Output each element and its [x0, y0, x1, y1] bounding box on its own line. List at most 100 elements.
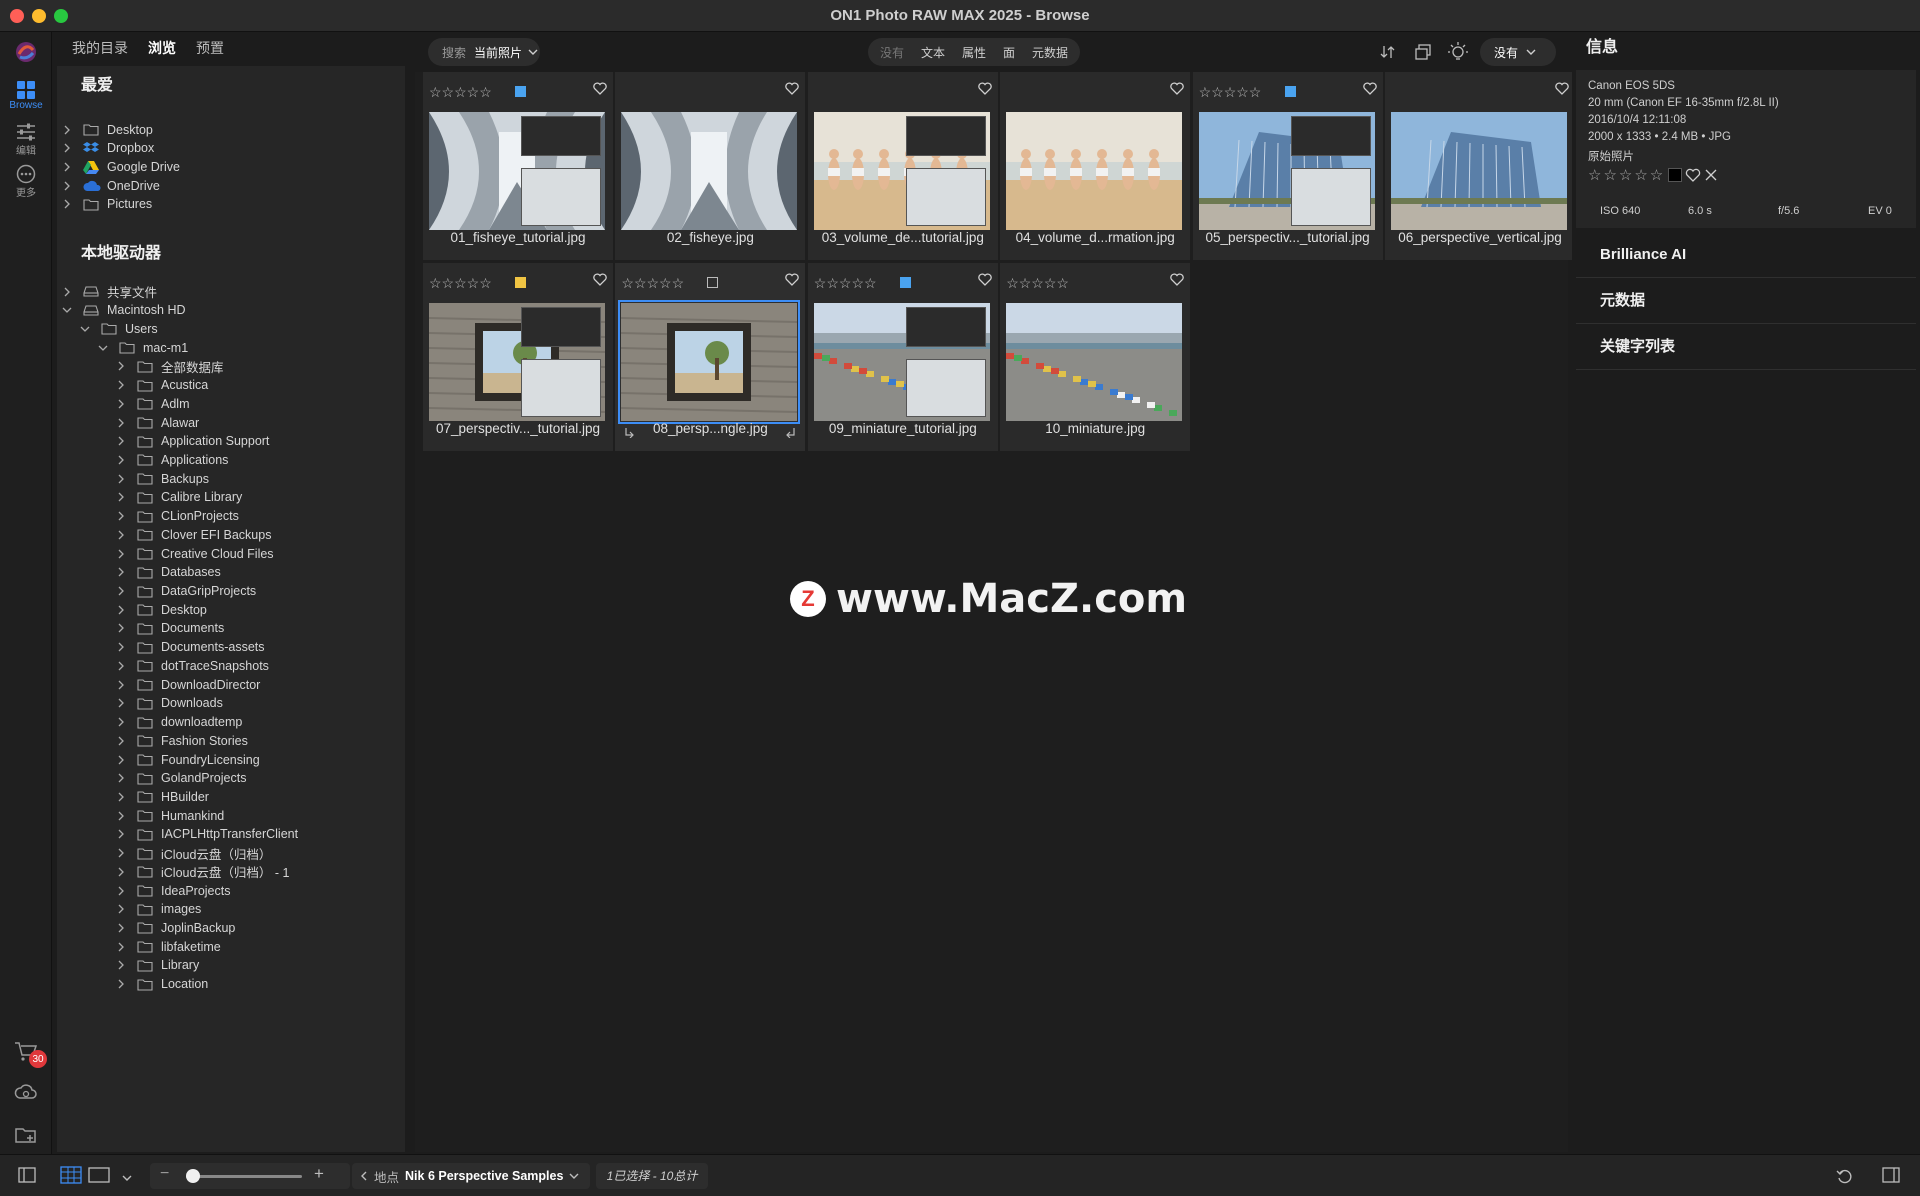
chevron-right-icon[interactable] [115, 622, 127, 634]
heart-icon[interactable] [1685, 168, 1701, 182]
heart-icon[interactable] [978, 273, 992, 291]
chevron-right-icon[interactable] [115, 566, 127, 578]
photo-cell[interactable]: 02_fisheye.jpg [615, 72, 806, 260]
filter-none[interactable]: 没有 [880, 44, 904, 61]
heart-icon[interactable] [1555, 82, 1569, 100]
chevron-down-icon[interactable] [79, 323, 91, 335]
color-label[interactable] [1284, 86, 1296, 97]
photo-cell[interactable]: ☆☆☆☆☆ 09_miniature_tutorial.jpg [807, 263, 998, 451]
chevron-right-icon[interactable] [115, 772, 127, 784]
toggle-right-panel-button[interactable] [1882, 1167, 1900, 1186]
chevron-right-icon[interactable] [115, 885, 127, 897]
chevron-right-icon[interactable] [115, 417, 127, 429]
location-breadcrumb[interactable]: 地点 Nik 6 Perspective Samples [352, 1163, 590, 1189]
chevron-right-icon[interactable] [115, 660, 127, 672]
chevron-right-icon[interactable] [61, 286, 73, 298]
photo-thumbnail[interactable] [621, 112, 798, 230]
browse-module-button[interactable]: Browse [0, 80, 52, 111]
chevron-right-icon[interactable] [115, 847, 127, 859]
photo-thumbnail[interactable] [813, 112, 990, 230]
photo-thumbnail[interactable] [813, 303, 990, 421]
filter-faces[interactable]: 面 [1003, 44, 1015, 61]
detail-view-button[interactable] [88, 1166, 110, 1187]
reject-icon[interactable] [1704, 168, 1718, 182]
chevron-right-icon[interactable] [115, 454, 127, 466]
chevron-right-icon[interactable] [115, 604, 127, 616]
keyword-list-section[interactable]: 关键字列表 [1576, 324, 1916, 370]
compare-button[interactable] [1414, 43, 1432, 66]
star-rating[interactable]: ☆☆☆☆☆ [814, 275, 877, 292]
tab-presets[interactable]: 预置 [196, 38, 224, 58]
edit-module-button[interactable]: 编辑 [0, 122, 52, 157]
search-scope-dropdown[interactable]: 搜索 当前照片 [428, 38, 540, 66]
heart-icon[interactable] [593, 82, 607, 100]
chevron-right-icon[interactable] [61, 142, 73, 154]
rotate-right-icon[interactable] [785, 425, 797, 443]
photo-thumbnail[interactable] [1006, 303, 1183, 421]
favorite-item[interactable]: Pictures [57, 193, 152, 216]
photo-cell[interactable]: ☆☆☆☆☆ 10_miniature.jpg [1000, 263, 1191, 451]
heart-icon[interactable] [785, 273, 800, 291]
chevron-right-icon[interactable] [115, 548, 127, 560]
undo-button[interactable] [1836, 1167, 1854, 1188]
maximize-window-button[interactable] [54, 9, 68, 23]
cart-button[interactable]: 30 [0, 1040, 52, 1068]
tab-catalog[interactable]: 我的目录 [72, 38, 128, 58]
filter-metadata[interactable]: 元数据 [1032, 44, 1068, 61]
brilliance-ai-section[interactable]: Brilliance AI [1576, 232, 1916, 278]
chevron-right-icon[interactable] [115, 510, 127, 522]
photo-thumbnail[interactable] [1198, 112, 1375, 230]
chevron-right-icon[interactable] [115, 491, 127, 503]
chevron-right-icon[interactable] [115, 791, 127, 803]
tree-item-folder[interactable]: Location [115, 973, 208, 996]
color-label[interactable] [515, 86, 526, 97]
photo-cell[interactable]: 04_volume_d...rmation.jpg [1000, 72, 1191, 260]
color-label[interactable] [707, 277, 719, 288]
chevron-right-icon[interactable] [61, 180, 73, 192]
chevron-right-icon[interactable] [115, 529, 127, 541]
chevron-right-icon[interactable] [115, 810, 127, 822]
chevron-right-icon[interactable] [115, 959, 127, 971]
cloud-sync-button[interactable] [0, 1082, 52, 1104]
close-window-button[interactable] [10, 9, 24, 23]
info-tab[interactable]: 信息 [1572, 32, 1920, 64]
chevron-right-icon[interactable] [115, 922, 127, 934]
heart-icon[interactable] [1362, 82, 1377, 100]
photo-thumbnail[interactable] [429, 303, 605, 421]
heart-icon[interactable] [978, 82, 992, 100]
chevron-down-icon[interactable] [97, 342, 109, 354]
heart-icon[interactable] [1170, 273, 1184, 291]
chevron-right-icon[interactable] [115, 379, 127, 391]
filter-text[interactable]: 文本 [921, 44, 945, 61]
chevron-right-icon[interactable] [115, 473, 127, 485]
photo-thumbnail[interactable] [1006, 112, 1183, 230]
chevron-right-icon[interactable] [115, 679, 127, 691]
photo-cell[interactable]: 06_perspective_vertical.jpg [1385, 72, 1575, 260]
chevron-down-icon[interactable] [61, 304, 73, 316]
chevron-right-icon[interactable] [115, 941, 127, 953]
chevron-right-icon[interactable] [115, 641, 127, 653]
lightbulb-button[interactable] [1447, 41, 1469, 68]
chevron-right-icon[interactable] [115, 716, 127, 728]
chevron-right-icon[interactable] [61, 161, 73, 173]
star-rating[interactable]: ☆☆☆☆☆ [621, 275, 684, 292]
chevron-right-icon[interactable] [115, 435, 127, 447]
metadata-section[interactable]: 元数据 [1576, 278, 1916, 324]
slider-thumb[interactable] [186, 1169, 200, 1183]
more-module-button[interactable]: 更多 [0, 164, 52, 199]
toggle-left-panel-button[interactable] [18, 1167, 36, 1186]
chevron-right-icon[interactable] [115, 866, 127, 878]
star-rating[interactable]: ☆☆☆☆☆ [429, 84, 492, 101]
grid-view-button[interactable] [60, 1166, 82, 1187]
heart-icon[interactable] [1170, 82, 1184, 100]
chevron-right-icon[interactable] [115, 360, 127, 372]
chevron-right-icon[interactable] [115, 754, 127, 766]
thumbnail-size-slider[interactable] [186, 1175, 302, 1178]
zoom-in-button[interactable]: + [314, 1164, 324, 1184]
chevron-right-icon[interactable] [115, 978, 127, 990]
chevron-right-icon[interactable] [115, 398, 127, 410]
chevron-right-icon[interactable] [115, 697, 127, 709]
chevron-right-icon[interactable] [61, 198, 73, 210]
minimize-window-button[interactable] [32, 9, 46, 23]
photo-cell[interactable]: ☆☆☆☆☆ 05_perspectiv..._tutorial.jpg [1192, 72, 1383, 260]
